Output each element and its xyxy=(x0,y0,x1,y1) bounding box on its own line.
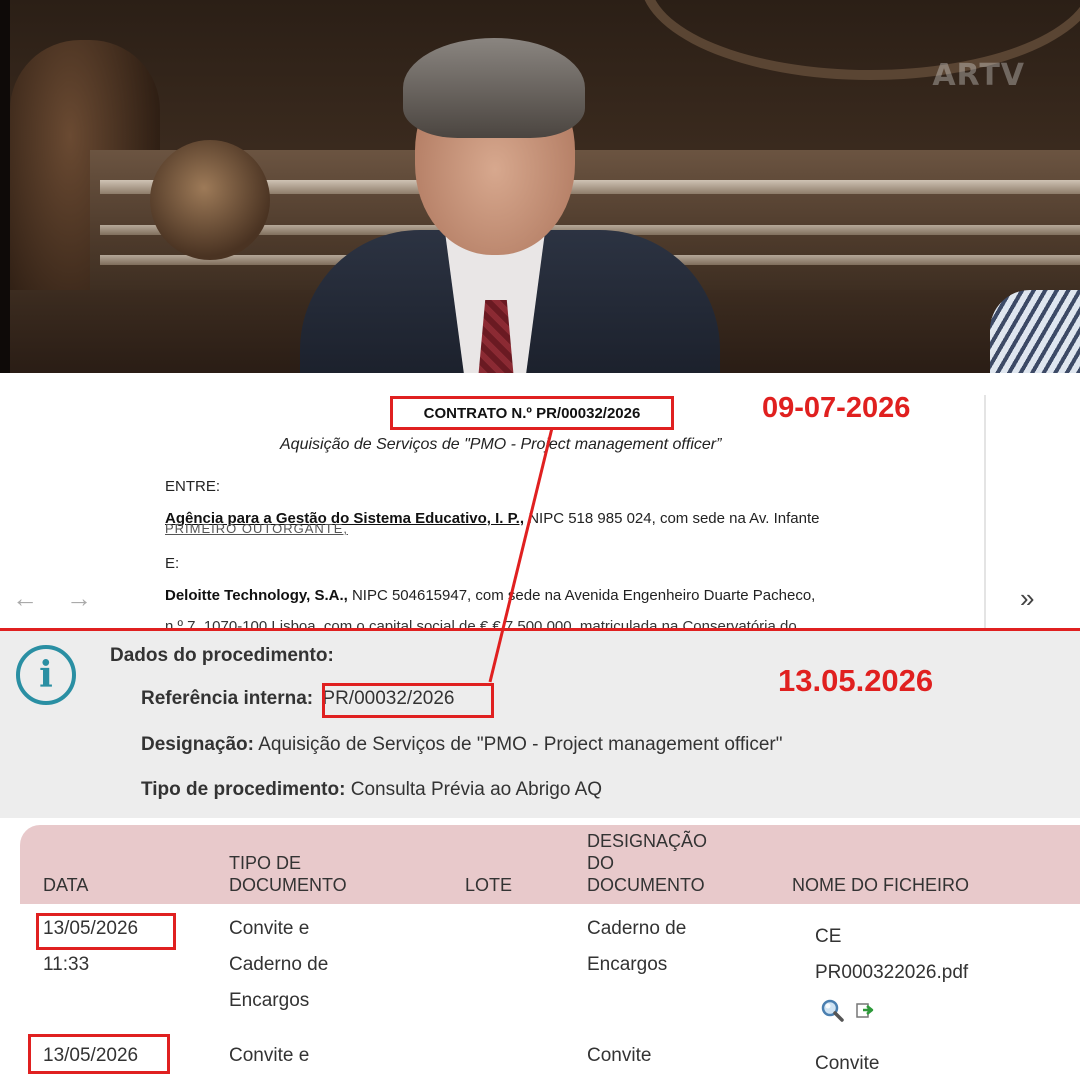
procedure-heading: Dados do procedimento: xyxy=(110,645,334,666)
striped-garment xyxy=(990,290,1080,373)
next-page-icon[interactable]: » xyxy=(1020,583,1034,614)
documents-table: DATA TIPO DE DOCUMENTO LOTE DESIGNAÇÃO D… xyxy=(20,825,1080,1080)
column-header-doc-type: TIPO DE DOCUMENTO xyxy=(229,853,347,895)
column-header-designation: DESIGNAÇÃO DO DOCUMENTO xyxy=(587,831,708,895)
entre-label: ENTRE: xyxy=(165,478,221,495)
contract-annotation-date: 09-07-2026 xyxy=(762,392,911,424)
row-filename[interactable]: Convite xyxy=(815,1046,879,1080)
frame-edge xyxy=(0,0,10,373)
preview-magnifier-icon[interactable] xyxy=(820,998,844,1022)
row-designation: Caderno de Encargos xyxy=(587,918,687,975)
page-divider xyxy=(984,395,986,630)
row-doc-type: Convite e Caderno de Encargos xyxy=(229,918,329,1011)
procedure-type-value: Consulta Prévia ao Abrigo AQ xyxy=(350,779,603,800)
procedure-panel: i Dados do procedimento: Referência inte… xyxy=(0,628,1080,818)
table-header: DATA TIPO DE DOCUMENTO LOTE DESIGNAÇÃO D… xyxy=(20,825,1080,904)
reference-highlight-box xyxy=(322,683,494,718)
column-header-lot: LOTE xyxy=(465,875,513,895)
next-arrow-icon[interactable]: → xyxy=(66,583,92,614)
procedure-type-label: Tipo de procedimento: xyxy=(141,779,346,800)
designation-row: Designação: Aquisição de Serviços de "PM… xyxy=(141,734,782,756)
designation-label: Designação: xyxy=(141,734,254,755)
row-filename[interactable]: CE PR000322026.pdf xyxy=(815,919,968,991)
broadcast-logo: ARTV xyxy=(932,58,1025,93)
carved-scroll xyxy=(150,140,270,260)
download-icon[interactable] xyxy=(855,1000,875,1020)
column-header-date: DATA xyxy=(43,875,89,895)
procedure-type-row: Tipo de procedimento: Consulta Prévia ao… xyxy=(141,779,602,801)
row-time: 11:33 xyxy=(43,954,90,975)
second-party-name: Deloitte Technology, S.A., xyxy=(165,587,348,604)
row-designation: Convite xyxy=(587,1045,652,1066)
contract-document: CONTRATO N.º PR/00032/2026 09-07-2026 Aq… xyxy=(0,373,1080,630)
internal-reference-label: Referência interna: xyxy=(141,688,314,709)
second-party-details: NIPC 504615947, com sede na Avenida Enge… xyxy=(347,587,816,604)
speaker-hair xyxy=(403,38,585,138)
e-label: E: xyxy=(165,555,180,572)
column-header-filename: NOME DO FICHEIRO xyxy=(792,875,970,895)
video-still: ARTV xyxy=(0,0,1080,373)
date-highlight-box xyxy=(36,913,176,950)
row-doc-type: Convite e xyxy=(229,1045,310,1066)
first-party-role: PRIMEIRO OUTORGANTE, xyxy=(165,521,348,536)
designation-value: Aquisição de Serviços de "PMO - Project … xyxy=(258,734,783,755)
info-icon: i xyxy=(16,645,76,705)
second-party-line: Deloitte Technology, S.A., NIPC 50461594… xyxy=(165,587,815,604)
procedure-annotation-date: 13.05.2026 xyxy=(778,663,934,698)
first-party-details: NIPC 518 985 024, com sede na Av. Infant… xyxy=(524,510,820,527)
contract-title: CONTRATO N.º PR/00032/2026 xyxy=(390,396,674,430)
contract-subtitle: Aquisição de Serviços de "PMO - Project … xyxy=(280,436,722,453)
prev-arrow-icon[interactable]: ← xyxy=(12,583,38,614)
date-highlight-box xyxy=(28,1034,170,1074)
